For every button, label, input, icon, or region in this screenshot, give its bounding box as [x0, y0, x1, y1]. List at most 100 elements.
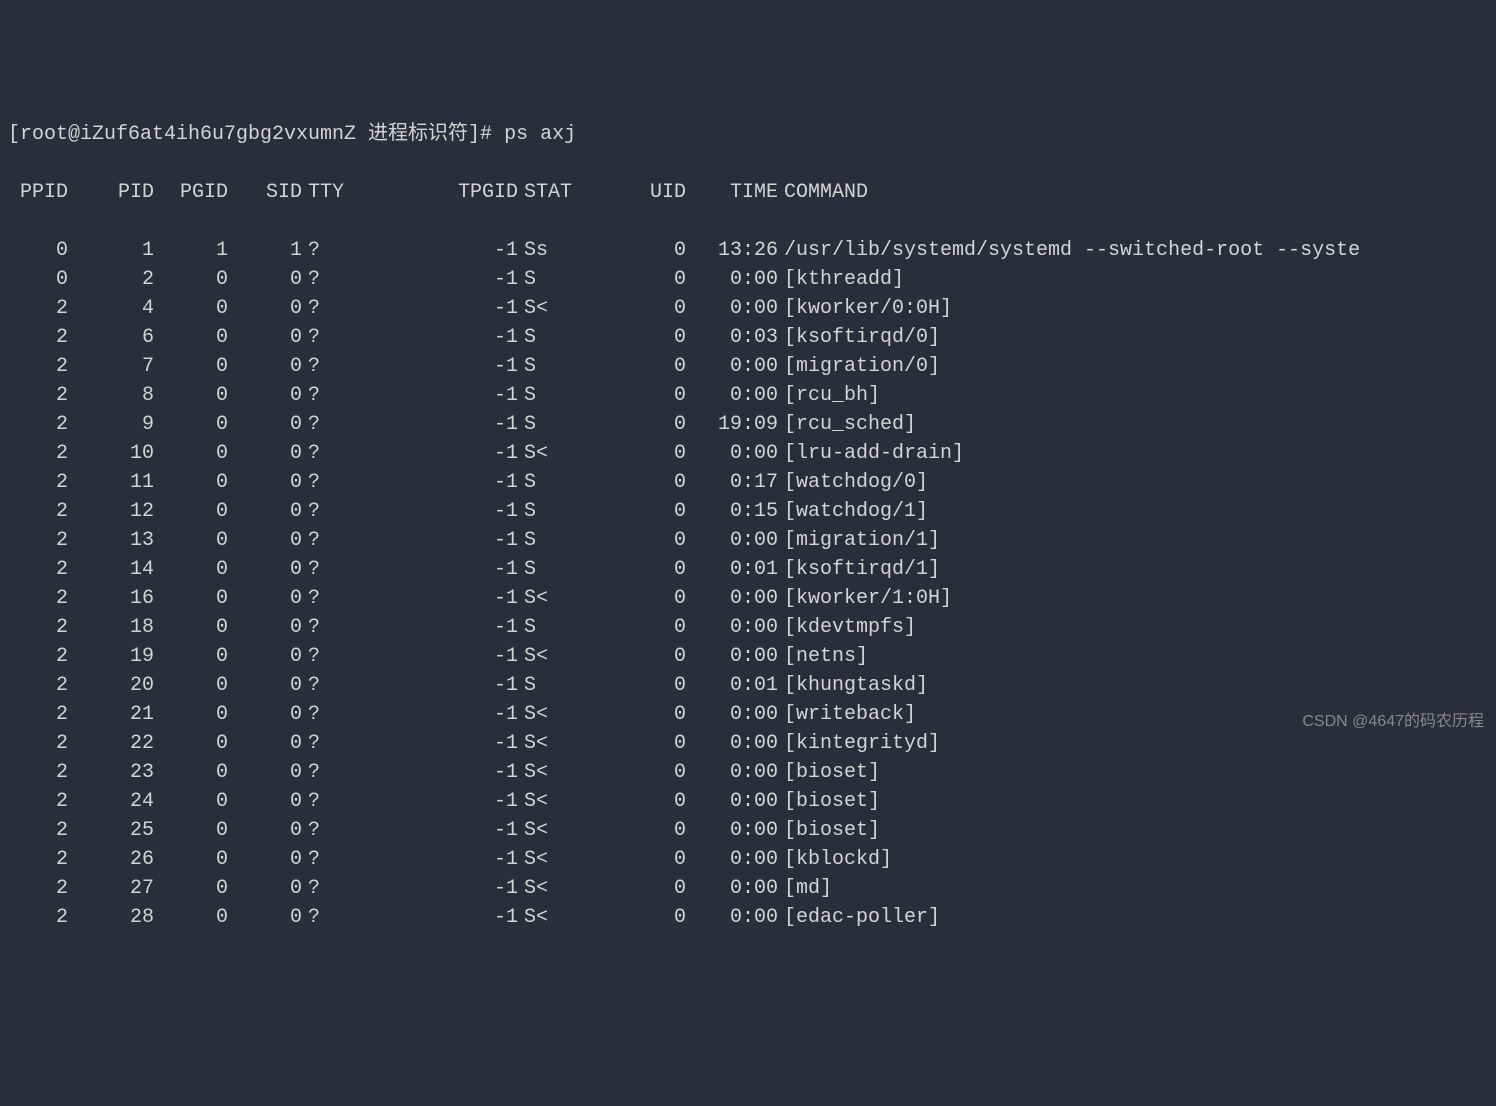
cell-time: 0:00 — [686, 352, 778, 381]
table-row: 0200?-1S00:00[kthreadd] — [8, 265, 1488, 294]
cell-stat: S< — [518, 874, 578, 903]
cell-tty: ? — [302, 642, 350, 671]
cell-stat: S — [518, 265, 578, 294]
cell-sid: 0 — [228, 874, 302, 903]
cell-command: [edac-poller] — [778, 903, 940, 932]
cell-pid: 19 — [68, 642, 154, 671]
cell-uid: 0 — [578, 352, 686, 381]
cell-pid: 26 — [68, 845, 154, 874]
cell-tty: ? — [302, 352, 350, 381]
cell-pgid: 0 — [154, 381, 228, 410]
cell-pgid: 0 — [154, 845, 228, 874]
cell-time: 0:00 — [686, 729, 778, 758]
cell-tty: ? — [302, 729, 350, 758]
cell-uid: 0 — [578, 323, 686, 352]
cell-tpgid: -1 — [350, 816, 518, 845]
table-row: 22500?-1S<00:00[bioset] — [8, 816, 1488, 845]
cell-stat: S — [518, 555, 578, 584]
cell-ppid: 2 — [8, 381, 68, 410]
cell-uid: 0 — [578, 265, 686, 294]
cell-tty: ? — [302, 410, 350, 439]
cell-tty: ? — [302, 816, 350, 845]
table-row: 2600?-1S00:03[ksoftirqd/0] — [8, 323, 1488, 352]
cell-stat: S — [518, 468, 578, 497]
cell-sid: 0 — [228, 265, 302, 294]
cell-ppid: 2 — [8, 468, 68, 497]
cell-time: 0:00 — [686, 845, 778, 874]
cell-ppid: 2 — [8, 410, 68, 439]
cell-time: 0:00 — [686, 787, 778, 816]
cell-ppid: 2 — [8, 845, 68, 874]
cell-pid: 7 — [68, 352, 154, 381]
cell-tpgid: -1 — [350, 642, 518, 671]
header-sid: SID — [228, 178, 302, 207]
header-time: TIME — [686, 178, 778, 207]
table-row: 2800?-1S00:00[rcu_bh] — [8, 381, 1488, 410]
cell-pgid: 0 — [154, 642, 228, 671]
cell-tty: ? — [302, 787, 350, 816]
cell-ppid: 2 — [8, 439, 68, 468]
cell-tpgid: -1 — [350, 294, 518, 323]
cell-sid: 0 — [228, 613, 302, 642]
cell-tty: ? — [302, 555, 350, 584]
cell-uid: 0 — [578, 845, 686, 874]
cell-command: [bioset] — [778, 816, 880, 845]
cell-time: 0:00 — [686, 642, 778, 671]
cell-pgid: 0 — [154, 468, 228, 497]
cell-pid: 25 — [68, 816, 154, 845]
cell-stat: S — [518, 323, 578, 352]
cell-stat: S< — [518, 439, 578, 468]
cell-uid: 0 — [578, 671, 686, 700]
cell-pgid: 0 — [154, 787, 228, 816]
cell-pgid: 0 — [154, 613, 228, 642]
cell-pid: 27 — [68, 874, 154, 903]
cell-tty: ? — [302, 903, 350, 932]
cell-stat: S — [518, 381, 578, 410]
cell-time: 13:26 — [686, 236, 778, 265]
table-row: 21000?-1S<00:00[lru-add-drain] — [8, 439, 1488, 468]
cell-sid: 0 — [228, 700, 302, 729]
table-row: 2700?-1S00:00[migration/0] — [8, 352, 1488, 381]
table-row: 21600?-1S<00:00[kworker/1:0H] — [8, 584, 1488, 613]
cell-uid: 0 — [578, 381, 686, 410]
cell-ppid: 0 — [8, 236, 68, 265]
cell-pid: 20 — [68, 671, 154, 700]
cell-stat: S< — [518, 845, 578, 874]
cell-uid: 0 — [578, 758, 686, 787]
cell-time: 0:03 — [686, 323, 778, 352]
header-pid: PID — [68, 178, 154, 207]
cell-tpgid: -1 — [350, 236, 518, 265]
cell-tpgid: -1 — [350, 671, 518, 700]
cell-stat: S — [518, 613, 578, 642]
table-row: 22000?-1S00:01[khungtaskd] — [8, 671, 1488, 700]
cell-stat: S — [518, 410, 578, 439]
cell-stat: S< — [518, 758, 578, 787]
header-ppid: PPID — [8, 178, 68, 207]
cell-uid: 0 — [578, 903, 686, 932]
cell-time: 0:00 — [686, 758, 778, 787]
table-row: 22400?-1S<00:00[bioset] — [8, 787, 1488, 816]
cell-time: 0:00 — [686, 584, 778, 613]
cell-command: /usr/lib/systemd/systemd --switched-root… — [778, 236, 1360, 265]
cell-tpgid: -1 — [350, 468, 518, 497]
cell-sid: 0 — [228, 497, 302, 526]
cell-tty: ? — [302, 758, 350, 787]
table-row: 2900?-1S019:09[rcu_sched] — [8, 410, 1488, 439]
cell-time: 0:00 — [686, 294, 778, 323]
cell-ppid: 2 — [8, 613, 68, 642]
cell-sid: 0 — [228, 352, 302, 381]
cell-tpgid: -1 — [350, 903, 518, 932]
cell-time: 0:00 — [686, 700, 778, 729]
cell-time: 0:00 — [686, 439, 778, 468]
cell-pgid: 0 — [154, 526, 228, 555]
cell-stat: S< — [518, 729, 578, 758]
cell-pid: 18 — [68, 613, 154, 642]
cell-pgid: 0 — [154, 671, 228, 700]
cell-ppid: 2 — [8, 497, 68, 526]
cell-tpgid: -1 — [350, 352, 518, 381]
cell-command: [bioset] — [778, 787, 880, 816]
cell-time: 0:00 — [686, 903, 778, 932]
cell-tpgid: -1 — [350, 845, 518, 874]
cell-stat: S< — [518, 903, 578, 932]
cell-stat: Ss — [518, 236, 578, 265]
